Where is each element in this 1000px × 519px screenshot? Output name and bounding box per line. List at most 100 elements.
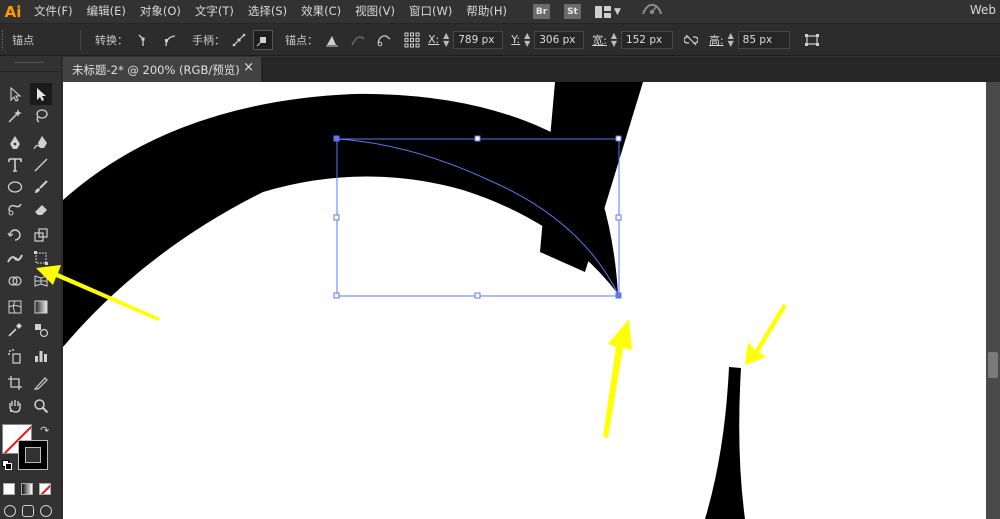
free-transform-tool-icon[interactable] xyxy=(30,247,52,269)
app-logo: Ai xyxy=(4,2,22,21)
paintbrush-tool-icon[interactable] xyxy=(30,176,52,198)
handle-bottom-left[interactable] xyxy=(333,292,340,299)
handle-middle-right[interactable] xyxy=(615,214,622,221)
show-handles-icon[interactable] xyxy=(229,30,249,50)
height-stepper[interactable]: ▲ ▼ xyxy=(726,31,736,48)
handle-top-center[interactable] xyxy=(474,135,481,142)
arrange-documents-icon[interactable]: ▼ xyxy=(594,5,621,18)
menu-bar: Ai 文件(F) 编辑(E) 对象(O) 文字(T) 选择(S) 效果(C) 视… xyxy=(0,0,1000,23)
symbol-sprayer-tool-icon[interactable] xyxy=(4,345,26,367)
blend-tool-icon[interactable] xyxy=(30,319,52,341)
scrollbar-thumb[interactable] xyxy=(988,352,998,378)
y-field-label: Y: xyxy=(511,33,521,46)
isolate-anchors-icon[interactable] xyxy=(402,30,422,50)
control-bar: 锚点 转换： 手柄： 锚点： X: ▲ ▼ 789 px Y: ▲ ▼ 306 px… xyxy=(0,23,1000,56)
bridge-button[interactable]: Br xyxy=(532,4,550,19)
menu-type[interactable]: 文字(T) xyxy=(187,0,240,23)
menu-window[interactable]: 窗口(W) xyxy=(401,0,458,23)
pen-tool-icon[interactable] xyxy=(4,132,26,154)
type-tool-icon[interactable] xyxy=(4,154,26,176)
handles-label: 手柄： xyxy=(192,33,225,47)
divider xyxy=(80,29,81,50)
default-fill-stroke-icon[interactable] xyxy=(2,460,12,470)
lasso-tool-icon[interactable] xyxy=(30,105,52,127)
width-stepper[interactable]: ▲ ▼ xyxy=(609,31,619,48)
menu-edit[interactable]: 编辑(E) xyxy=(79,0,132,23)
vertical-scrollbar[interactable] xyxy=(986,82,1000,519)
height-field-label: 高: xyxy=(708,33,724,47)
slice-tool-icon[interactable] xyxy=(30,372,52,394)
chevron-down-icon: ▼ xyxy=(613,6,621,17)
arc-band-shape[interactable] xyxy=(63,93,618,347)
swap-fill-stroke-icon[interactable]: ↷ xyxy=(40,424,49,437)
menu-select[interactable]: 选择(S) xyxy=(240,0,293,23)
none-mode-button[interactable] xyxy=(39,483,51,495)
draw-mode-icon[interactable] xyxy=(4,505,16,517)
y-input[interactable]: 306 px xyxy=(534,30,585,49)
hand-tool-icon[interactable] xyxy=(4,395,26,417)
convert-label: 转换： xyxy=(95,33,128,47)
handle-bottom-center[interactable] xyxy=(474,292,481,299)
stock-button[interactable]: St xyxy=(563,4,581,19)
width-tool-icon[interactable] xyxy=(4,247,26,269)
line-segment-tool-icon[interactable] xyxy=(30,154,52,176)
column-graph-tool-icon[interactable] xyxy=(30,345,52,367)
remove-anchor-icon[interactable] xyxy=(322,30,342,50)
handle-bottom-right[interactable] xyxy=(615,292,622,299)
width-input[interactable]: 152 px xyxy=(620,30,673,49)
y-stepper[interactable]: ▲ ▼ xyxy=(522,31,532,48)
mesh-tool-icon[interactable] xyxy=(4,296,26,318)
tools-panel-grip[interactable] xyxy=(0,56,62,72)
document-tab-title: 未标题-2* @ 200% (RGB/预览) xyxy=(72,62,240,77)
artwork xyxy=(63,82,787,519)
zoom-tool-icon[interactable] xyxy=(30,395,52,417)
gradient-mode-button[interactable] xyxy=(21,483,33,495)
vertical-stroke-shape[interactable] xyxy=(705,367,745,519)
shaper-tool-icon[interactable] xyxy=(4,198,26,220)
menu-effect[interactable]: 效果(C) xyxy=(293,0,347,23)
x-input[interactable]: 789 px xyxy=(453,30,504,49)
menu-file[interactable]: 文件(F) xyxy=(26,0,79,23)
width-field-label: 宽: xyxy=(592,33,607,47)
connect-endpoints-icon[interactable] xyxy=(348,30,368,50)
menu-help[interactable]: 帮助(H) xyxy=(458,0,513,23)
curvature-tool-icon[interactable] xyxy=(30,132,52,154)
artboard-tool-icon[interactable] xyxy=(4,372,26,394)
menu-object[interactable]: 对象(O) xyxy=(132,0,187,23)
screen-mode-icon[interactable] xyxy=(22,505,34,517)
gpu-performance-icon[interactable] xyxy=(641,2,663,21)
close-icon[interactable]: × xyxy=(243,60,254,75)
shape-builder-tool-icon[interactable] xyxy=(4,270,26,292)
x-field-label: X: xyxy=(428,33,440,46)
height-input[interactable]: 85 px xyxy=(737,30,790,49)
perspective-grid-tool-icon[interactable] xyxy=(30,270,52,292)
rotate-tool-icon[interactable] xyxy=(4,224,26,246)
control-bar-grip[interactable] xyxy=(2,29,6,50)
handle-middle-left[interactable] xyxy=(333,214,340,221)
magic-wand-tool-icon[interactable] xyxy=(4,105,26,127)
menu-view[interactable]: 视图(V) xyxy=(347,0,401,23)
handle-top-left[interactable] xyxy=(333,135,340,142)
app-switcher: Br St ▼ xyxy=(532,2,663,21)
scale-tool-icon[interactable] xyxy=(30,224,52,246)
color-mode-button[interactable] xyxy=(3,483,15,495)
direct-selection-tool-icon[interactable] xyxy=(30,83,52,105)
artboard-canvas[interactable] xyxy=(63,82,986,519)
convert-to-corner-icon[interactable] xyxy=(134,30,154,50)
eyedropper-tool-icon[interactable] xyxy=(4,319,26,341)
selection-tool-icon[interactable] xyxy=(4,83,26,105)
more-tools-icon[interactable] xyxy=(40,505,52,517)
gradient-tool-icon[interactable] xyxy=(30,296,52,318)
stroke-swatch[interactable] xyxy=(18,440,48,470)
ellipse-tool-icon[interactable] xyxy=(4,176,26,198)
x-stepper[interactable]: ▲ ▼ xyxy=(441,31,451,48)
constrain-proportions-icon[interactable] xyxy=(681,30,701,50)
transform-options-icon[interactable] xyxy=(802,30,822,50)
cut-path-icon[interactable] xyxy=(374,30,394,50)
handle-top-right[interactable] xyxy=(615,135,622,142)
document-tab[interactable]: 未标题-2* @ 200% (RGB/预览) × xyxy=(63,57,261,82)
hide-handles-icon[interactable] xyxy=(253,29,273,50)
convert-to-smooth-icon[interactable] xyxy=(160,30,180,50)
workspace-switcher[interactable]: Web xyxy=(970,0,996,23)
eraser-tool-icon[interactable] xyxy=(30,198,52,220)
